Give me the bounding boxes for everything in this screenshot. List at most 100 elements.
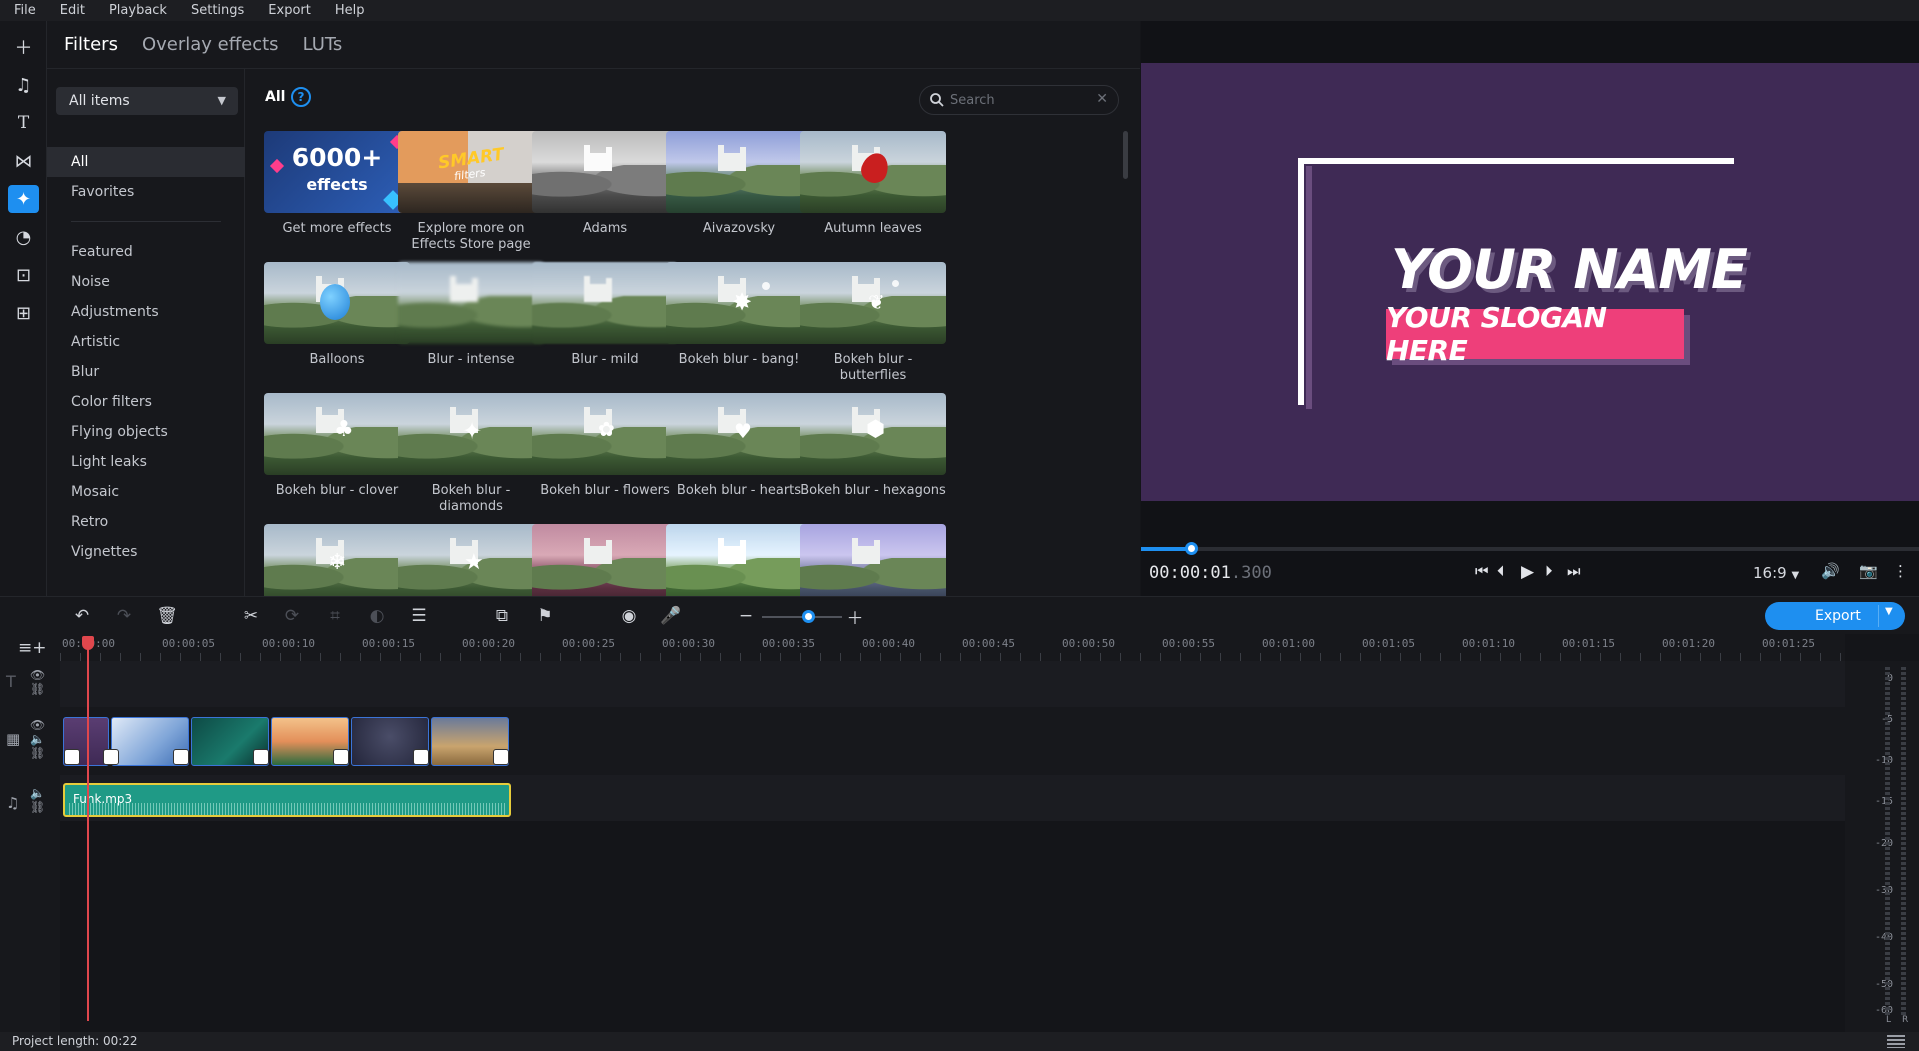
tile-bokeh-flowers[interactable]: ✿ Bokeh blur - flowers <box>532 393 678 499</box>
category-adjustments[interactable]: Adjustments <box>47 297 245 327</box>
add-files-icon[interactable]: ＋ <box>8 33 39 61</box>
menu-settings[interactable]: Settings <box>191 3 244 18</box>
category-select[interactable]: All items ▼ <box>56 87 238 115</box>
tile-partial[interactable] <box>532 524 678 596</box>
music-icon[interactable]: ♫ <box>8 71 39 99</box>
category-color-filters[interactable]: Color filters <box>47 387 245 417</box>
zoom-out-icon[interactable]: − <box>736 606 756 626</box>
category-light-leaks[interactable]: Light leaks <box>47 447 245 477</box>
tile-effects-store[interactable]: SMART filters Explore more on Effects St… <box>398 131 544 253</box>
category-all[interactable]: All <box>47 147 245 177</box>
menu-edit[interactable]: Edit <box>60 3 85 18</box>
crop-icon[interactable]: ⌗ <box>325 606 345 626</box>
zoom-slider-knob[interactable] <box>802 610 815 623</box>
snapshot-icon[interactable]: 📷 <box>1859 562 1878 580</box>
category-favorites[interactable]: Favorites <box>47 177 245 207</box>
play-icon[interactable]: ▶ <box>1521 562 1534 582</box>
category-flying-objects[interactable]: Flying objects <box>47 417 245 447</box>
tile-blur-mild[interactable]: Blur - mild <box>532 262 678 368</box>
microphone-icon[interactable]: 🎤 <box>660 606 681 626</box>
link-icon[interactable]: ⛓ <box>30 800 45 814</box>
add-track-icon[interactable]: ≡+ <box>18 638 47 658</box>
tab-overlay-effects[interactable]: Overlay effects <box>142 34 279 55</box>
transition-icon[interactable] <box>333 749 349 765</box>
tile-balloons[interactable]: Balloons <box>264 262 410 368</box>
transitions-icon[interactable]: ⋈ <box>8 147 39 175</box>
playback-progress-knob[interactable] <box>1184 542 1198 555</box>
transition-icon[interactable] <box>413 749 429 765</box>
menu-export[interactable]: Export <box>268 3 311 18</box>
undo-icon[interactable]: ↶ <box>72 606 92 626</box>
webcam-record-icon[interactable]: ◉ <box>619 606 639 626</box>
color-adjust-icon[interactable]: ◐ <box>367 606 387 626</box>
aspect-ratio-select[interactable]: 16:9 ▼ <box>1753 564 1799 582</box>
cut-icon[interactable]: ✂ <box>241 606 261 626</box>
clip-properties-icon[interactable]: ☰ <box>409 606 429 626</box>
zoom-in-icon[interactable]: ＋ <box>845 606 865 629</box>
tile-bokeh-bang[interactable]: ✸ Bokeh blur - bang! <box>666 262 812 368</box>
step-forward-icon[interactable]: ⏵ <box>1545 562 1553 580</box>
playhead-handle[interactable] <box>82 636 94 650</box>
preview-canvas[interactable]: YOUR NAME YOUR SLOGAN HERE <box>1141 63 1919 501</box>
playhead[interactable] <box>87 636 89 1021</box>
tile-partial[interactable] <box>800 524 946 596</box>
delete-icon[interactable]: 🗑 <box>156 606 178 626</box>
chevron-down-icon[interactable]: ▼ <box>1885 606 1893 617</box>
list-view-icon[interactable] <box>1887 1035 1905 1048</box>
timeline-tracks[interactable]: Funk.mp3 <box>60 661 1845 1032</box>
menu-playback[interactable]: Playback <box>109 3 167 18</box>
category-retro[interactable]: Retro <box>47 507 245 537</box>
transition-icon[interactable] <box>493 749 509 765</box>
timeline-ruler[interactable]: 00:00:00 00:00:05 00:00:10 00:00:15 00:0… <box>60 634 1845 661</box>
overlay-icon[interactable]: ⧉ <box>492 606 512 626</box>
more-tools-icon[interactable]: ⊞ <box>8 299 39 327</box>
tile-partial[interactable]: ❄ <box>264 524 410 596</box>
more-options-icon[interactable]: ⋮ <box>1893 562 1908 580</box>
category-featured[interactable]: Featured <box>47 237 245 267</box>
category-artistic[interactable]: Artistic <box>47 327 245 357</box>
tile-bokeh-hearts[interactable]: ♥ Bokeh blur - hearts <box>666 393 812 499</box>
menu-help[interactable]: Help <box>335 3 365 18</box>
mute-speaker-icon[interactable]: 🔈 <box>30 786 45 800</box>
transition-icon[interactable] <box>253 749 269 765</box>
visibility-eye-icon[interactable]: 👁 <box>30 668 45 682</box>
filters-icon[interactable]: ✦ <box>8 185 39 213</box>
category-noise[interactable]: Noise <box>47 267 245 297</box>
visibility-eye-icon[interactable]: 👁 <box>30 718 45 732</box>
tile-partial[interactable]: ★ <box>398 524 544 596</box>
transition-icon[interactable] <box>103 749 119 765</box>
skip-forward-icon[interactable]: ⏭ <box>1567 562 1581 580</box>
tile-get-more-effects[interactable]: 6000+ effects Get more effects <box>264 131 410 237</box>
link-icon[interactable]: ⛓ <box>30 746 45 760</box>
tile-adams[interactable]: Adams <box>532 131 678 237</box>
tile-bokeh-butterflies[interactable]: ❦ Bokeh blur - butterflies <box>800 262 946 384</box>
export-button[interactable]: Export ▼ <box>1765 602 1905 630</box>
tile-partial[interactable] <box>666 524 812 596</box>
category-vignettes[interactable]: Vignettes <box>47 537 245 567</box>
grid-scrollbar[interactable] <box>1123 131 1128 179</box>
skip-back-icon[interactable]: ⏮ <box>1475 562 1489 580</box>
tile-bokeh-hexagons[interactable]: ⬢ Bokeh blur - hexagons <box>800 393 946 499</box>
category-blur[interactable]: Blur <box>47 357 245 387</box>
redo-icon[interactable]: ↷ <box>114 606 134 626</box>
search-box[interactable]: ✕ <box>919 85 1119 115</box>
marker-icon[interactable]: ⚑ <box>535 606 555 626</box>
tile-bokeh-diamonds[interactable]: ✦ Bokeh blur - diamonds <box>398 393 544 515</box>
stickers-icon[interactable]: ◔ <box>8 223 39 251</box>
transition-icon[interactable] <box>173 749 189 765</box>
tile-autumn-leaves[interactable]: Autumn leaves <box>800 131 946 237</box>
step-back-icon[interactable]: ⏴ <box>1497 562 1505 580</box>
tile-bokeh-clover[interactable]: ♣ Bokeh blur - clover <box>264 393 410 499</box>
tile-aivazovsky[interactable]: Aivazovsky <box>666 131 812 237</box>
tab-filters[interactable]: Filters <box>64 34 118 55</box>
menu-file[interactable]: File <box>14 3 36 18</box>
rotate-icon[interactable]: ⟳ <box>282 606 302 626</box>
volume-icon[interactable]: 🔊 <box>1821 562 1840 580</box>
transition-icon[interactable] <box>64 749 80 765</box>
title-track[interactable] <box>60 661 1845 707</box>
titles-icon[interactable]: T <box>8 109 39 137</box>
effects-store-icon[interactable]: ⊡ <box>8 261 39 289</box>
search-input[interactable] <box>950 92 1090 108</box>
help-icon[interactable]: ? <box>291 87 311 107</box>
tile-blur-intense[interactable]: Blur - intense <box>398 262 544 368</box>
